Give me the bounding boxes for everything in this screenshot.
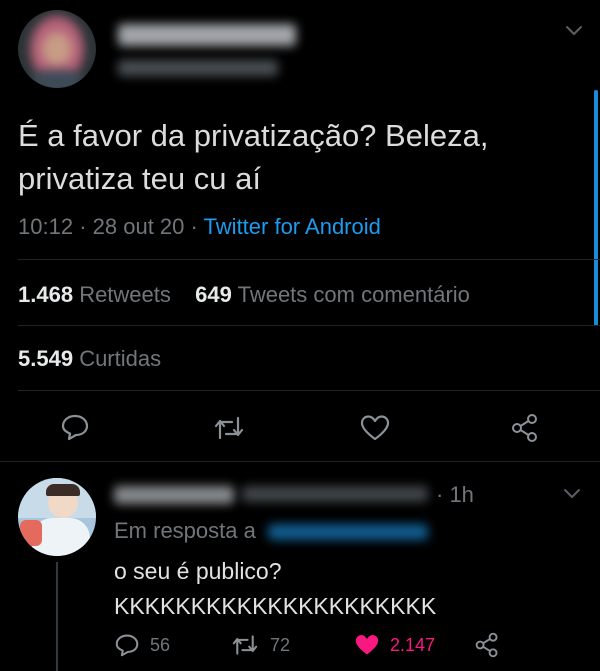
likes-label: Curtidas (79, 346, 162, 371)
quotes-count: 649 (195, 282, 232, 307)
reply-retweets-button[interactable]: 72 (230, 633, 290, 657)
reply-likes-button[interactable]: 2.147 (354, 633, 435, 657)
meta-separator: · (190, 214, 198, 239)
tweet-text-line-2: privatiza teu cu aí (18, 161, 261, 196)
tweet-text: É a favor da privatização? Beleza, priva… (18, 114, 588, 200)
chevron-down-icon[interactable] (564, 24, 584, 38)
retweets-stat[interactable]: 1.468 Retweets (18, 282, 177, 307)
likes-stat[interactable]: 5.549 Curtidas (18, 345, 161, 373)
tweet-date[interactable]: 28 out 20 (93, 214, 185, 239)
reply-text-line-1: o seu é publico? (114, 558, 282, 584)
share-icon[interactable] (474, 632, 500, 658)
reply-author-name-redacted[interactable] (114, 486, 234, 504)
retweet-icon (230, 633, 260, 657)
reply-replies-button[interactable]: 56 (114, 633, 170, 657)
thread-line (56, 562, 58, 671)
divider (18, 325, 600, 326)
tweet-client-link[interactable]: Twitter for Android (204, 214, 381, 239)
tweet-time[interactable]: 10:12 (18, 214, 73, 239)
liked-heart-icon (354, 633, 380, 657)
meta-separator: · (79, 214, 87, 239)
reply-icon (114, 633, 140, 657)
replying-to-handle-redacted[interactable] (267, 524, 428, 541)
share-icon[interactable] (510, 413, 540, 443)
tweet-meta: 10:12 · 28 out 20 · Twitter for Android (18, 213, 381, 241)
retweets-label: Retweets (79, 282, 171, 307)
like-icon[interactable] (360, 414, 390, 442)
author-avatar[interactable] (18, 10, 96, 88)
replying-to: Em resposta a (114, 517, 428, 545)
retweet-icon[interactable] (212, 414, 246, 442)
reply-retweets-count: 72 (270, 634, 291, 655)
likes-count: 5.549 (18, 346, 74, 371)
author-handle-redacted[interactable] (118, 60, 278, 76)
divider (0, 461, 600, 462)
tweet-text-line-1: É a favor da privatização? Beleza, (18, 118, 489, 153)
reply-likes-count: 2.147 (390, 634, 436, 655)
divider (18, 259, 600, 260)
author-display-name-redacted[interactable] (118, 24, 296, 46)
quotes-label: Tweets com comentário (237, 282, 470, 307)
divider (18, 390, 600, 391)
reply-author-handle-redacted[interactable] (242, 486, 428, 502)
reply-author-avatar[interactable] (18, 478, 96, 556)
scrollbar[interactable] (594, 90, 598, 326)
reply-replies-count: 56 (150, 634, 171, 655)
replying-to-label: Em resposta a (114, 518, 256, 543)
reply-age: · 1h (436, 482, 474, 507)
stats-row: 1.468 Retweets 649 Tweets com comentário (18, 281, 470, 309)
chevron-down-icon[interactable] (562, 487, 582, 501)
quotes-stat[interactable]: 649 Tweets com comentário (195, 282, 470, 307)
reply-text: o seu é publico? KKKKKKKKKKKKKKKKKKKKK (114, 554, 436, 624)
retweets-count: 1.468 (18, 282, 74, 307)
reply-text-line-2: KKKKKKKKKKKKKKKKKKKKK (114, 593, 437, 619)
reply-icon[interactable] (60, 413, 90, 441)
